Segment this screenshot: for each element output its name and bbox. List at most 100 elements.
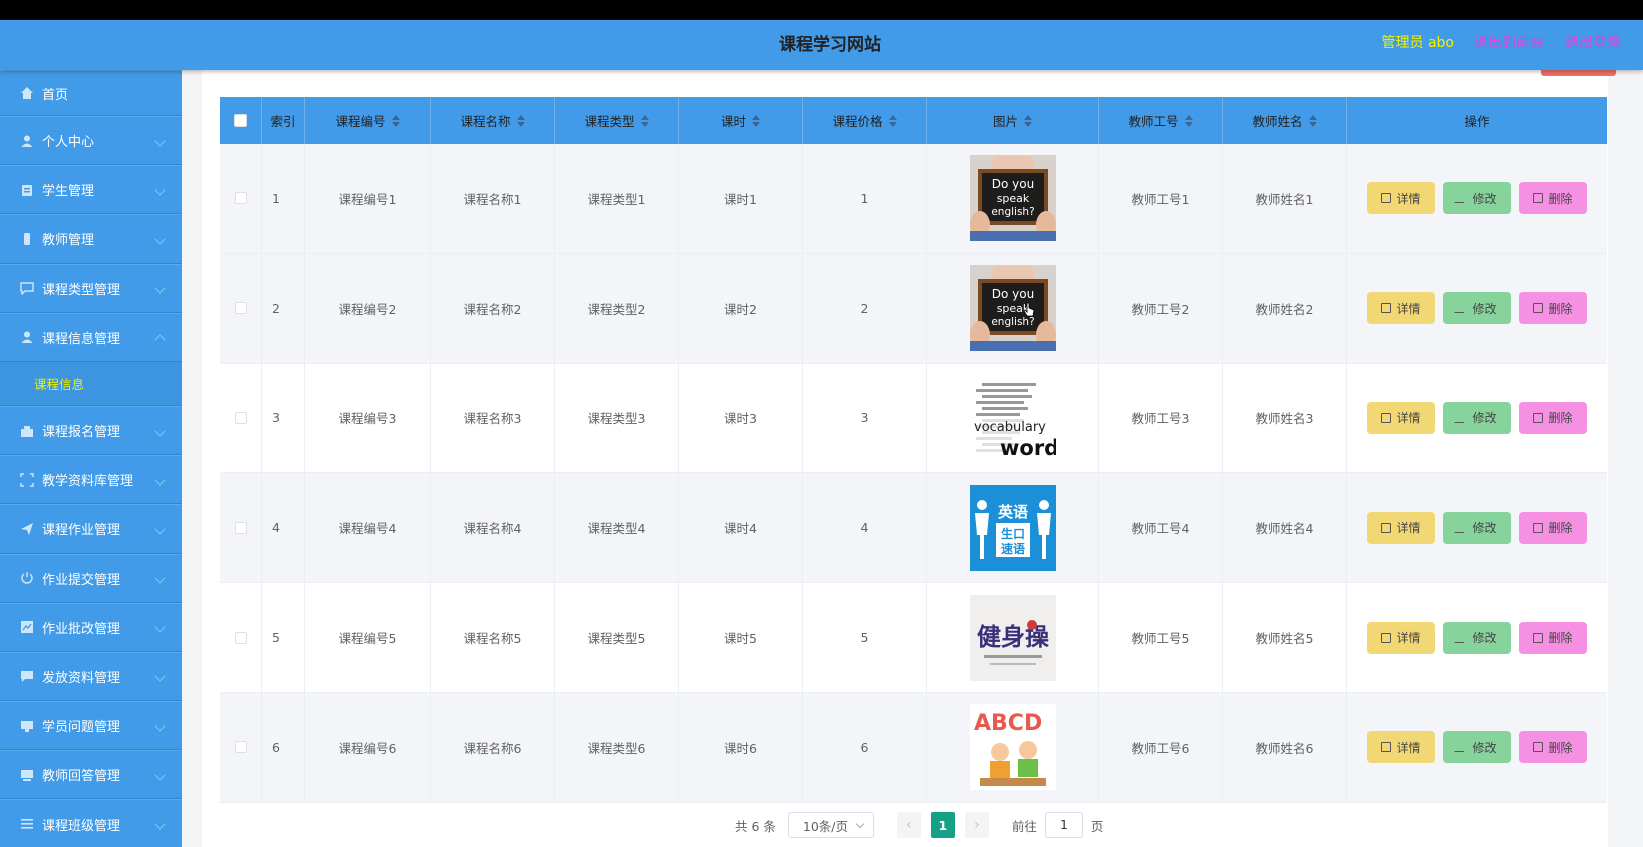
row-checkbox[interactable] <box>234 192 247 205</box>
chevron-up-icon <box>154 334 166 347</box>
next-page-button[interactable]: › <box>964 812 989 838</box>
course-thumbnail[interactable]: 英语 生口 速语 <box>969 484 1056 571</box>
image-text: speak <box>996 192 1029 205</box>
col-header-code[interactable]: 课程编号 <box>305 97 431 144</box>
detail-button[interactable]: 详情 <box>1367 182 1435 215</box>
goto-page-input[interactable]: 1 <box>1044 812 1083 838</box>
col-header-teacher-name[interactable]: 教师姓名 <box>1223 97 1347 144</box>
cell-course-name: 课程名称2 <box>431 253 555 363</box>
delete-button[interactable]: 删除 <box>1519 621 1587 654</box>
row-checkbox[interactable] <box>234 411 247 424</box>
signup-icon <box>20 424 34 438</box>
sidebar-item-course-info[interactable]: 课程信息管理 <box>0 312 182 362</box>
batch-delete-button[interactable] <box>1541 70 1616 76</box>
speak-english-image: Do youspeakenglish? <box>969 155 1056 242</box>
sort-icon[interactable] <box>516 114 525 127</box>
page-size-select[interactable]: 10条/页 <box>787 812 874 838</box>
delete-button[interactable]: 删除 <box>1519 182 1587 215</box>
course-thumbnail[interactable]: Do you speak english? <box>969 155 1056 242</box>
back-to-frontend-link[interactable]: 退出到前台 <box>1474 20 1544 66</box>
col-header-image[interactable]: 图片 <box>927 97 1099 144</box>
col-header-price[interactable]: 课程价格 <box>803 97 927 144</box>
cell-course-hours: 课时2 <box>679 253 803 363</box>
course-thumbnail[interactable]: Do you speak english? <box>969 265 1056 352</box>
sort-icon[interactable] <box>640 114 649 127</box>
answer-icon <box>20 768 34 782</box>
logout-link[interactable]: 退出登录 <box>1565 20 1621 66</box>
course-thumbnail[interactable]: ABCD <box>969 704 1056 791</box>
row-checkbox[interactable] <box>234 521 247 534</box>
sidebar-item-teachers[interactable]: 教师管理 <box>0 214 182 264</box>
sidebar-item-profile[interactable]: 个人中心 <box>0 116 182 166</box>
sort-icon[interactable] <box>752 114 760 127</box>
document-icon <box>1381 412 1392 423</box>
detail-button[interactable]: 详情 <box>1367 401 1435 434</box>
col-header-type[interactable]: 课程类型 <box>555 97 679 144</box>
table-body: 1 课程编号1 课程名称1 课程类型1 课时1 1 Do you speak english? 教… <box>220 144 1607 803</box>
sort-icon[interactable] <box>1184 114 1193 127</box>
message-icon <box>20 669 34 683</box>
document-icon <box>1381 193 1392 204</box>
sidebar-item-submissions[interactable]: 作业提交管理 <box>0 553 182 603</box>
sidebar-item-home[interactable]: 首页 <box>0 70 182 116</box>
detail-button[interactable]: 详情 <box>1367 292 1435 325</box>
course-thumbnail[interactable]: vocabularywords <box>969 374 1056 461</box>
edit-button[interactable]: 修改 <box>1443 621 1511 654</box>
sort-icon[interactable] <box>391 114 400 127</box>
sidebar-item-answers[interactable]: 教师回答管理 <box>0 750 182 800</box>
page-number-current[interactable]: 1 <box>930 812 955 838</box>
row-checkbox[interactable] <box>234 741 247 754</box>
sidebar-subitem-course-info[interactable]: 课程信息 <box>0 361 182 406</box>
sidebar-item-grading[interactable]: 作业批改管理 <box>0 602 182 652</box>
sort-icon[interactable] <box>1308 114 1317 127</box>
cell-actions: 详情 修改 删除 <box>1347 144 1607 253</box>
edit-button[interactable]: 修改 <box>1443 511 1511 544</box>
sidebar-item-classes[interactable]: 课程班级管理 <box>0 799 182 847</box>
prev-page-button[interactable]: ‹ <box>896 812 921 838</box>
cell-course-price: 4 <box>803 473 927 583</box>
sort-icon[interactable] <box>888 114 897 127</box>
sidebar-item-course-signup[interactable]: 课程报名管理 <box>0 405 182 456</box>
delete-button[interactable]: 删除 <box>1519 292 1587 325</box>
col-header-name[interactable]: 课程名称 <box>431 97 555 144</box>
fitness-calligraphy-image: 健身操 <box>969 594 1056 681</box>
spoken-english-image: 英语生口速语 <box>969 484 1056 571</box>
course-thumbnail[interactable]: 健身操 <box>969 594 1056 681</box>
edit-button[interactable]: 修改 <box>1443 401 1511 434</box>
detail-button[interactable]: 详情 <box>1367 621 1435 654</box>
pencil-icon <box>1454 632 1471 643</box>
edit-button[interactable]: 修改 <box>1443 292 1511 325</box>
col-header-teacher-no[interactable]: 教师工号 <box>1099 97 1223 144</box>
row-checkbox[interactable] <box>234 302 247 315</box>
sidebar-item-label: 学生管理 <box>42 184 95 200</box>
sort-icon[interactable] <box>1024 114 1032 127</box>
sidebar-item-questions[interactable]: 学员问题管理 <box>0 701 182 751</box>
cell-image: vocabularywords <box>927 363 1099 473</box>
row-checkbox[interactable] <box>234 631 247 644</box>
sidebar-item-library[interactable]: 教学资料库管理 <box>0 455 182 505</box>
sidebar-item-homework[interactable]: 课程作业管理 <box>0 504 182 554</box>
chevron-down-icon <box>154 282 166 294</box>
delete-button[interactable]: 删除 <box>1519 731 1587 764</box>
cell-course-hours: 课时4 <box>679 473 803 583</box>
user-icon <box>20 134 34 148</box>
cell-actions: 详情 修改 删除 <box>1347 583 1607 692</box>
edit-button[interactable]: 修改 <box>1443 731 1511 764</box>
image-text: english? <box>991 206 1034 218</box>
sidebar-item-materials[interactable]: 发放资料管理 <box>0 651 182 702</box>
detail-button[interactable]: 详情 <box>1367 511 1435 544</box>
select-all-cell <box>220 97 262 144</box>
delete-button[interactable]: 删除 <box>1519 511 1587 544</box>
delete-button[interactable]: 删除 <box>1519 401 1587 434</box>
select-all-checkbox[interactable] <box>234 114 247 127</box>
detail-button[interactable]: 详情 <box>1367 731 1435 764</box>
cell-course-type: 课程类型6 <box>555 692 679 802</box>
cell-teacher-no: 教师工号3 <box>1099 363 1223 473</box>
cell-index: 2 <box>262 253 305 363</box>
sidebar-item-label: 作业批改管理 <box>42 621 121 637</box>
cell-teacher-name: 教师姓名4 <box>1223 473 1347 583</box>
sidebar-item-students[interactable]: 学生管理 <box>0 165 182 215</box>
sidebar-item-course-types[interactable]: 课程类型管理 <box>0 263 182 313</box>
edit-button[interactable]: 修改 <box>1443 182 1511 215</box>
col-header-hours[interactable]: 课时 <box>679 97 803 144</box>
